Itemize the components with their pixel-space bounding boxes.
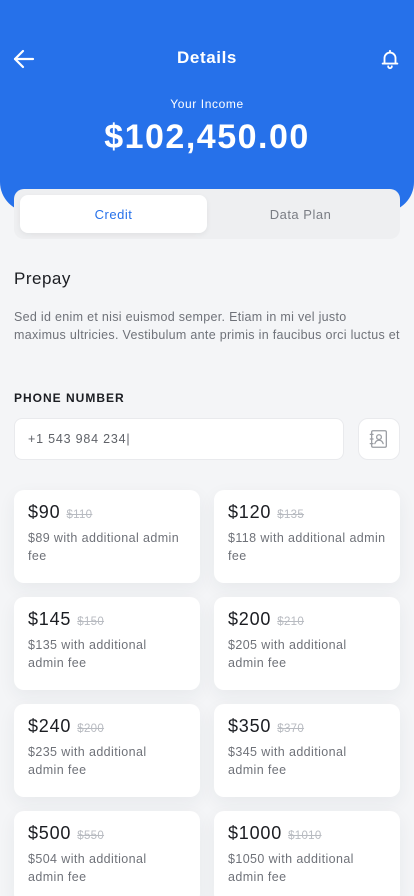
- plan-card[interactable]: $145 $150 $135 with additional admin fee: [14, 597, 200, 690]
- plan-price: $500: [28, 823, 72, 843]
- plan-note: $1050 with additional admin fee: [228, 852, 354, 884]
- bell-icon: [381, 49, 399, 70]
- plan-card[interactable]: $90 $110 $89 with additional admin fee: [14, 490, 200, 583]
- plan-card[interactable]: $500 $550 $504 with additional admin fee: [14, 811, 200, 896]
- tab-credit[interactable]: Credit: [20, 195, 207, 233]
- plan-old-price: $1010: [288, 830, 322, 842]
- page-title: Details: [177, 48, 237, 67]
- plan-price: $350: [228, 716, 272, 736]
- plan-card[interactable]: $350 $370 $345 with additional admin fee: [214, 704, 400, 797]
- plan-price: $120: [228, 502, 272, 522]
- plan-old-price: $550: [77, 830, 105, 842]
- plan-old-price: $370: [277, 723, 305, 735]
- phone-number-label: PHONE NUMBER: [14, 391, 125, 405]
- plan-note: $135 with additional admin fee: [28, 638, 147, 670]
- income-label: Your Income: [170, 97, 244, 111]
- plan-price: $200: [228, 609, 272, 629]
- plan-note: $504 with additional admin fee: [28, 852, 147, 884]
- plan-note: $118 with additional admin fee: [228, 531, 386, 563]
- section-description: Sed id enim et nisi euismod semper. Etia…: [14, 310, 400, 342]
- price-row: $200 $210: [228, 609, 386, 630]
- plan-price: $1000: [228, 823, 283, 843]
- price-row: $1000 $1010: [228, 823, 386, 844]
- price-row: $500 $550: [28, 823, 186, 844]
- tab-bar: Credit Data Plan: [14, 189, 400, 239]
- header: Details Your Income $102,450.00: [0, 0, 414, 212]
- plan-card[interactable]: $240 $200 $235 with additional admin fee: [14, 704, 200, 797]
- plan-card[interactable]: $1000 $1010 $1050 with additional admin …: [214, 811, 400, 896]
- notifications-button[interactable]: [376, 45, 404, 73]
- price-row: $120 $135: [228, 502, 386, 523]
- plan-card[interactable]: $120 $135 $118 with additional admin fee: [214, 490, 400, 583]
- price-row: $145 $150: [28, 609, 186, 630]
- plan-old-price: $200: [77, 723, 105, 735]
- plan-old-price: $110: [66, 509, 93, 521]
- contact-book-icon: [369, 430, 387, 448]
- price-row: $350 $370: [228, 716, 386, 737]
- plan-card[interactable]: $200 $210 $205 with additional admin fee: [214, 597, 400, 690]
- tab-data-plan[interactable]: Data Plan: [207, 195, 394, 233]
- plan-note: $205 with additional admin fee: [228, 638, 347, 670]
- price-row: $240 $200: [28, 716, 186, 737]
- phone-number-input[interactable]: [14, 418, 344, 460]
- plan-old-price: $135: [277, 509, 305, 521]
- plan-price: $90: [28, 502, 61, 522]
- plan-note: $89 with additional admin fee: [28, 531, 180, 563]
- plan-old-price: $210: [277, 616, 305, 628]
- plan-note: $235 with additional admin fee: [28, 745, 147, 777]
- section-title: Prepay: [14, 269, 71, 288]
- plan-old-price: $150: [77, 616, 105, 628]
- plan-price: $145: [28, 609, 72, 629]
- plan-note: $345 with additional admin fee: [228, 745, 347, 777]
- income-value: $102,450.00: [104, 118, 310, 156]
- plan-grid: $90 $110 $89 with additional admin fee $…: [14, 490, 400, 896]
- contacts-button[interactable]: [358, 418, 400, 460]
- price-row: $90 $110: [28, 502, 186, 523]
- plan-price: $240: [28, 716, 72, 736]
